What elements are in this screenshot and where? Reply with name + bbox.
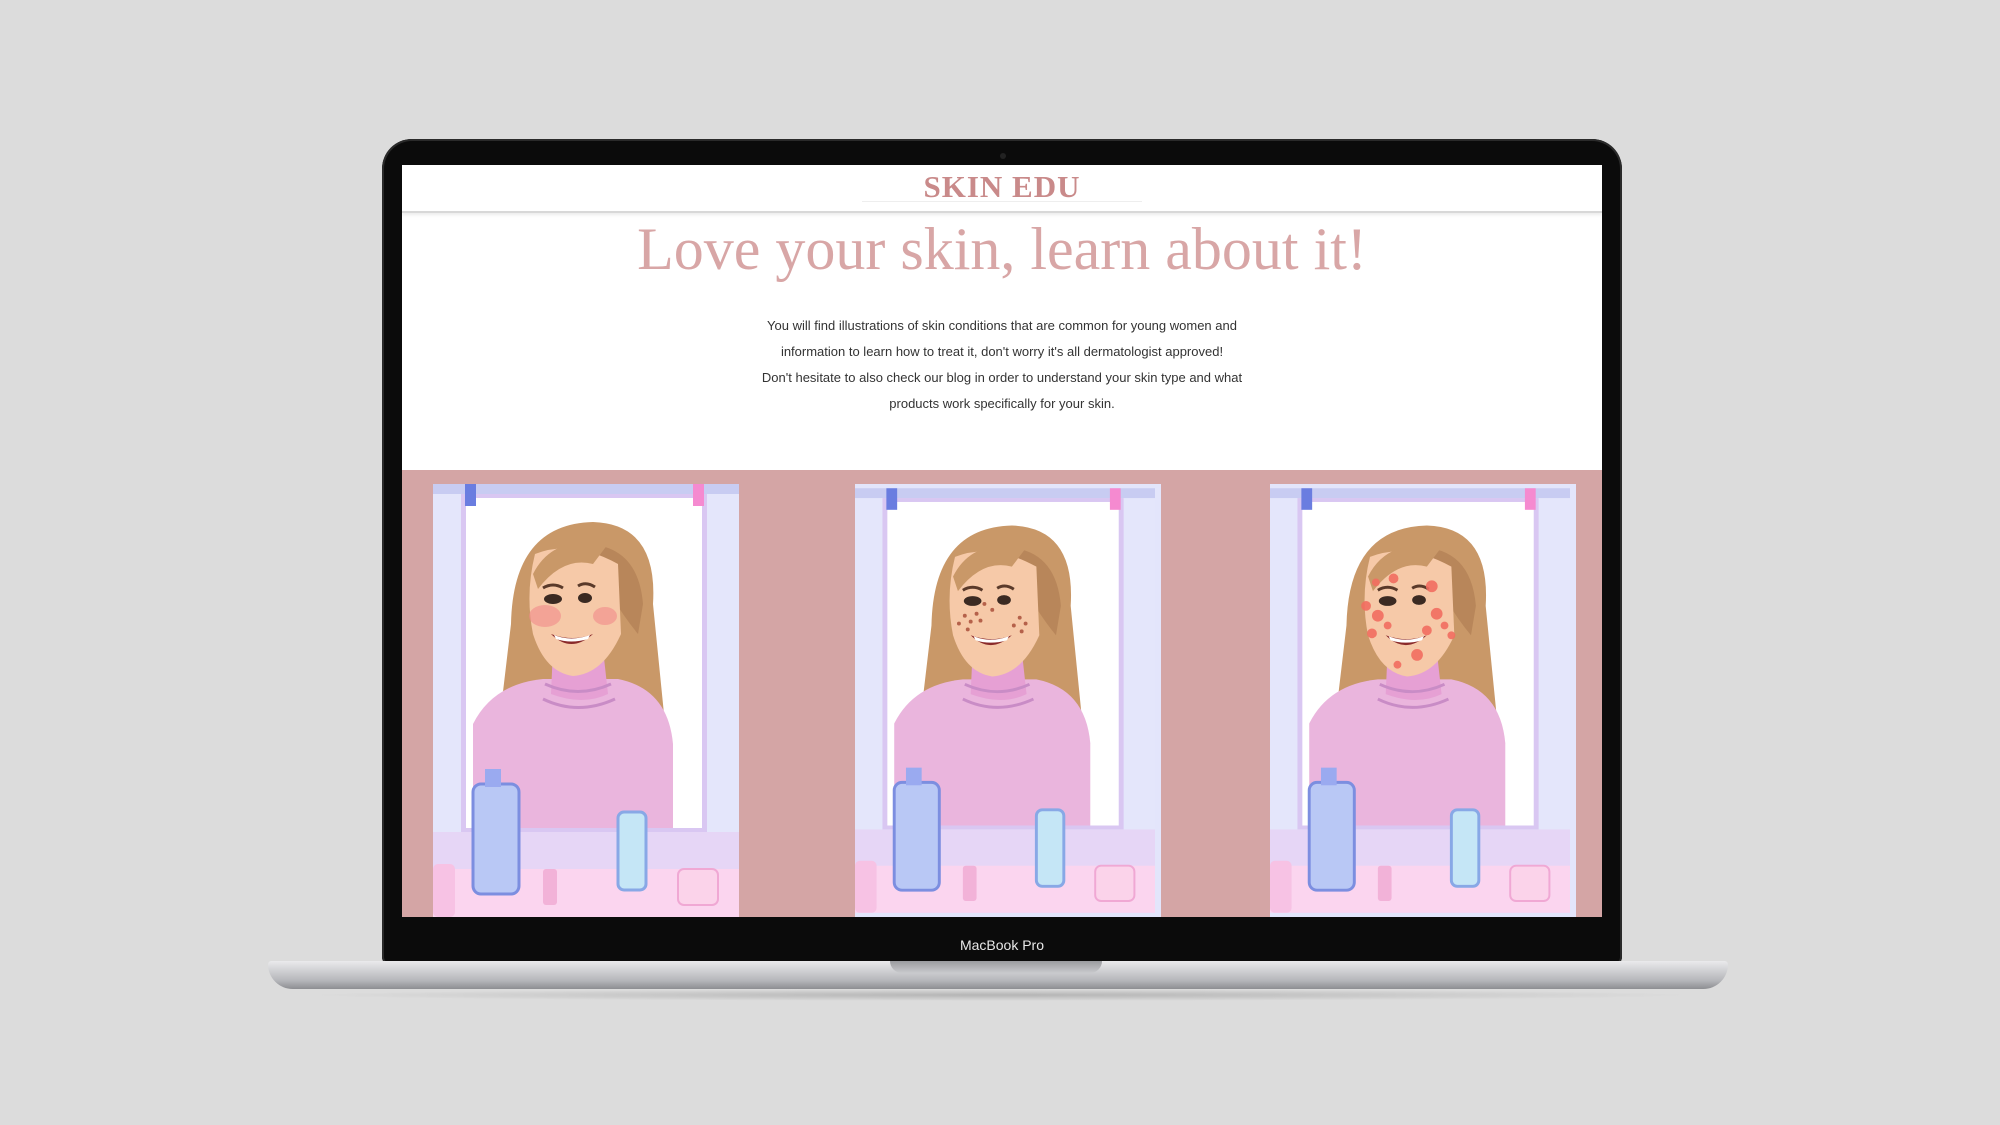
site-logo[interactable]: SKIN EDU	[402, 169, 1602, 205]
laptop-notch	[890, 961, 1102, 973]
illustration-woman-freckles	[855, 488, 1155, 913]
floor-shadow	[300, 989, 1700, 1001]
card-freckles[interactable]	[855, 484, 1161, 917]
illustration-woman-redness	[433, 484, 739, 917]
hero-line: information to learn how to treat it, do…	[780, 344, 1224, 359]
illustration-gallery	[402, 470, 1602, 917]
hero-description: You will find illustrations of skin cond…	[722, 313, 1282, 417]
hero-line: You will find illustrations of skin cond…	[767, 318, 1237, 333]
card-acne[interactable]	[1270, 484, 1576, 917]
site-header: SKIN EDU	[402, 165, 1602, 213]
hero-line: Don't hesitate to also check our blog in…	[761, 370, 1243, 385]
browser-screen: SKIN EDU Love your skin, learn about it!…	[402, 165, 1602, 917]
hero-line: products work specifically for your skin…	[889, 396, 1115, 411]
hero-title: Love your skin, learn about it!	[637, 216, 1367, 282]
camera-icon	[1000, 153, 1006, 159]
device-label: MacBook Pro	[959, 937, 1045, 953]
illustration-woman-acne	[1270, 488, 1570, 913]
card-redness[interactable]	[433, 484, 739, 917]
logo-underline	[862, 201, 1142, 202]
